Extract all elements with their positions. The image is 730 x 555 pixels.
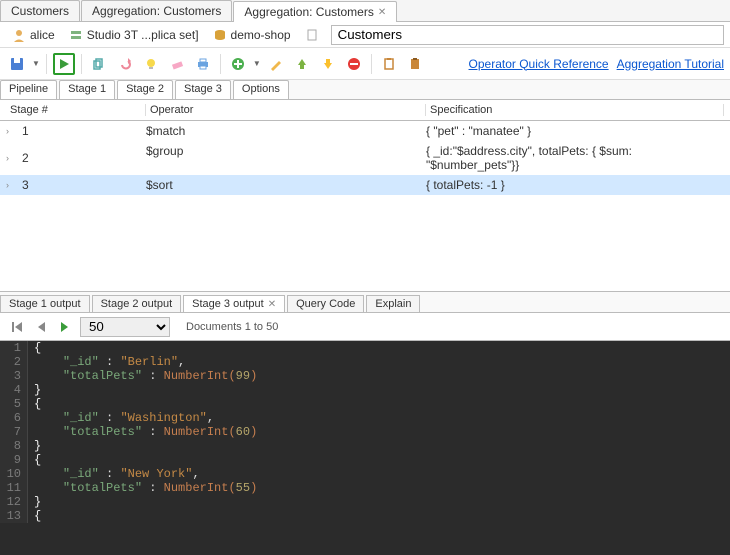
tab-aggregation-customers-1[interactable]: Aggregation: Customers (81, 0, 232, 21)
print-button[interactable] (192, 53, 214, 75)
aggregation-tutorial-link[interactable]: Aggregation Tutorial (617, 57, 724, 71)
subtab-stage-3[interactable]: Stage 3 (175, 80, 231, 99)
collection-input[interactable] (331, 25, 724, 45)
lightbulb-button[interactable] (140, 53, 162, 75)
pipeline-header: Stage # Operator Specification (0, 100, 730, 121)
add-dropdown-icon[interactable]: ▼ (253, 59, 261, 68)
output-tab-query-code[interactable]: Query Code (287, 295, 364, 312)
stage-spec: { totalPets: -1 } (426, 178, 724, 192)
pipeline-row[interactable]: › 2 $group{ _id:"$address.city", totalPets… (0, 141, 730, 175)
col-spec: Specification (426, 104, 724, 116)
editor-line: 13{ (0, 509, 730, 523)
move-up-button[interactable] (291, 53, 313, 75)
stage-operator: $group (146, 144, 426, 172)
top-tabstrip: Customers Aggregation: Customers Aggrega… (0, 0, 730, 22)
breadcrumb-user[interactable]: alice (6, 26, 61, 44)
user-icon (12, 28, 26, 42)
editor-line: 8} (0, 439, 730, 453)
pager: 50 Documents 1 to 50 (0, 313, 730, 341)
tab-customers[interactable]: Customers (0, 0, 80, 21)
output-tab-stage-2[interactable]: Stage 2 output (92, 295, 182, 312)
clipboard-copy-button[interactable] (378, 53, 400, 75)
document-icon (305, 28, 319, 42)
add-button[interactable] (227, 53, 249, 75)
pipeline-row[interactable]: › 1 $match{ "pet" : "manatee" } (0, 121, 730, 141)
editor-line: 5{ (0, 397, 730, 411)
clipboard-paste-button[interactable] (404, 53, 426, 75)
first-page-button[interactable] (8, 318, 26, 336)
col-operator: Operator (146, 104, 426, 116)
editor-line: 10 "_id" : "New York", (0, 467, 730, 481)
breadcrumb-server[interactable]: Studio 3T ...plica set] (63, 26, 205, 44)
undo-button[interactable] (114, 53, 136, 75)
page-size-select[interactable]: 50 (80, 317, 170, 337)
subtab-options[interactable]: Options (233, 80, 289, 99)
pipeline-row[interactable]: › 3 $sort{ totalPets: -1 } (0, 175, 730, 195)
breadcrumb-collection-icon (299, 26, 325, 44)
stage-number: 2 (22, 151, 29, 165)
stage-number: 3 (22, 178, 29, 192)
tab-aggregation-customers-2[interactable]: Aggregation: Customers ✕ (233, 1, 397, 22)
toolbar: ▼ ▼ Operator Quick Reference Aggregation… (0, 48, 730, 80)
editor-line: 3 "totalPets" : NumberInt(99) (0, 369, 730, 383)
save-dropdown-icon[interactable]: ▼ (32, 59, 40, 68)
breadcrumb: alice Studio 3T ...plica set] demo-shop (0, 22, 730, 48)
chevron-right-icon[interactable]: › (6, 180, 16, 190)
breadcrumb-database[interactable]: demo-shop (207, 26, 297, 44)
editor-line: 1{ (0, 341, 730, 355)
move-down-button[interactable] (317, 53, 339, 75)
save-button[interactable] (6, 53, 28, 75)
editor-line: 12} (0, 495, 730, 509)
subtab-stage-1[interactable]: Stage 1 (59, 80, 115, 99)
editor-line: 9{ (0, 453, 730, 467)
output-tabstrip: Stage 1 output Stage 2 output Stage 3 ou… (0, 291, 730, 313)
close-icon[interactable]: ✕ (378, 7, 386, 18)
stage-operator: $sort (146, 178, 426, 192)
stage-spec: { _id:"$address.city", totalPets: { $sum… (426, 144, 724, 172)
server-icon (69, 28, 83, 42)
operator-quick-reference-link[interactable]: Operator Quick Reference (469, 57, 609, 71)
subtab-stage-2[interactable]: Stage 2 (117, 80, 173, 99)
prev-page-button[interactable] (32, 318, 50, 336)
editor-line: 4} (0, 383, 730, 397)
chevron-right-icon[interactable]: › (6, 126, 16, 136)
pipeline-subtabs: Pipeline Stage 1 Stage 2 Stage 3 Options (0, 80, 730, 100)
database-icon (213, 28, 227, 42)
pipeline-body: › 1 $match{ "pet" : "manatee" } › 2 $group{ _… (0, 121, 730, 291)
editor-line: 6 "_id" : "Washington", (0, 411, 730, 425)
chevron-right-icon[interactable]: › (6, 153, 16, 163)
editor-line: 11 "totalPets" : NumberInt(55) (0, 481, 730, 495)
col-stage: Stage # (6, 104, 146, 116)
stage-spec: { "pet" : "manatee" } (426, 124, 724, 138)
results-editor[interactable]: 1{2 "_id" : "Berlin",3 "totalPets" : Num… (0, 341, 730, 555)
edit-button[interactable] (265, 53, 287, 75)
editor-line: 2 "_id" : "Berlin", (0, 355, 730, 369)
editor-line: 7 "totalPets" : NumberInt(60) (0, 425, 730, 439)
subtab-pipeline[interactable]: Pipeline (0, 80, 57, 99)
next-page-button[interactable] (56, 318, 74, 336)
output-tab-stage-3[interactable]: Stage 3 output✕ (183, 295, 285, 312)
output-tab-explain[interactable]: Explain (366, 295, 420, 312)
stage-operator: $match (146, 124, 426, 138)
eraser-button[interactable] (166, 53, 188, 75)
output-tab-stage-1[interactable]: Stage 1 output (0, 295, 90, 312)
delete-button[interactable] (343, 53, 365, 75)
stage-number: 1 (22, 124, 29, 138)
run-button[interactable] (53, 53, 75, 75)
copy-button[interactable] (88, 53, 110, 75)
close-icon[interactable]: ✕ (268, 299, 276, 310)
document-range-label: Documents 1 to 50 (186, 321, 278, 333)
